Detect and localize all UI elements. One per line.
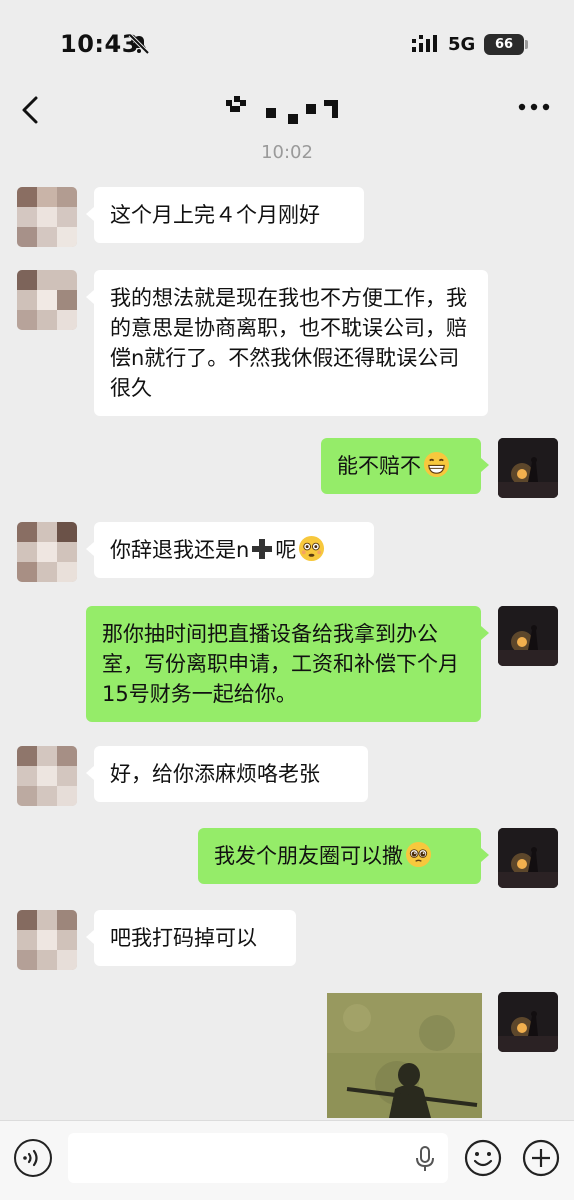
message-text: 我发个朋友圈可以撒 (214, 844, 403, 868)
user-avatar[interactable] (498, 828, 558, 888)
grinning-face-icon (423, 451, 450, 478)
voice-icon[interactable] (14, 1139, 52, 1177)
network-type: 5G (448, 34, 476, 55)
chat-title-masked (226, 96, 338, 124)
contact-avatar[interactable] (17, 910, 77, 970)
pleading-face-icon (405, 841, 432, 868)
contact-avatar[interactable] (17, 522, 77, 582)
bell-muted-icon (128, 34, 150, 54)
incoming-message[interactable]: 你辞退我还是n 呢 (86, 522, 374, 578)
battery-icon: 66 (484, 34, 524, 55)
message-text: 我的想法就是现在我也不方便工作，我的意思是协商离职，也不耽误公司，赔偿n就行了。… (110, 286, 467, 400)
status-bar: 10:43 5G 66 (0, 0, 574, 90)
plus-icon (252, 539, 273, 559)
message-text: 吧我打码掉可以 (110, 926, 257, 950)
incoming-message[interactable]: 我的想法就是现在我也不方便工作，我的意思是协商离职，也不耽误公司，赔偿n就行了。… (86, 270, 488, 416)
outgoing-message[interactable]: 能不赔不 (321, 438, 489, 494)
emoji-icon[interactable] (464, 1139, 502, 1177)
user-avatar[interactable] (498, 438, 558, 498)
message-text: 好，给你添麻烦咯老张 (110, 762, 320, 786)
chevron-left-icon[interactable] (18, 94, 44, 126)
message-text: 那你抽时间把直播设备给我拿到办公室，写份离职申请，工资和补偿下个月15号财务一起… (102, 622, 459, 706)
message-text: 这个月上完４个月刚好 (110, 203, 320, 227)
flushed-face-icon (299, 535, 325, 562)
battery-cap (525, 40, 528, 49)
message-timestamp: 10:02 (261, 142, 313, 163)
user-avatar[interactable] (498, 606, 558, 666)
outgoing-message[interactable]: 我发个朋友圈可以撒 (198, 828, 489, 884)
incoming-message[interactable]: 这个月上完４个月刚好 (86, 187, 364, 243)
outgoing-message[interactable]: 那你抽时间把直播设备给我拿到办公室，写份离职申请，工资和补偿下个月15号财务一起… (86, 606, 489, 722)
shadow-photo[interactable] (327, 993, 482, 1118)
plus-circle-icon[interactable] (522, 1139, 560, 1177)
microphone-icon[interactable] (414, 1145, 436, 1173)
message-text: 你辞退我还是n (110, 538, 250, 562)
message-input[interactable] (68, 1133, 448, 1183)
more-dots-icon[interactable] (518, 102, 550, 112)
chat-header (0, 80, 574, 138)
user-avatar[interactable] (498, 992, 558, 1052)
contact-avatar[interactable] (17, 746, 77, 806)
incoming-message[interactable]: 吧我打码掉可以 (86, 910, 296, 966)
input-bar (0, 1120, 574, 1200)
signal-icon (412, 35, 437, 52)
contact-avatar[interactable] (17, 270, 77, 330)
contact-avatar[interactable] (17, 187, 77, 247)
incoming-message[interactable]: 好，给你添麻烦咯老张 (86, 746, 368, 802)
message-text: 呢 (275, 538, 297, 562)
message-text: 能不赔不 (337, 454, 421, 478)
